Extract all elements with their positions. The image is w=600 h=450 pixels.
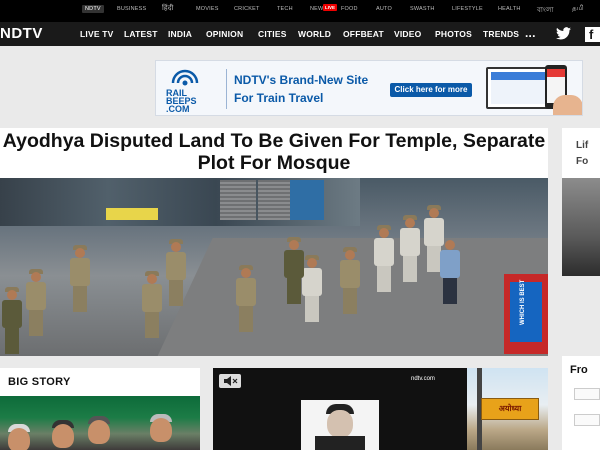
nav-world[interactable]: WORLD <box>298 29 331 39</box>
video-portrait <box>301 400 379 450</box>
person-face <box>52 424 74 448</box>
top-link-tech[interactable]: TECH <box>277 6 293 12</box>
side-story-image[interactable]: अयोध्या <box>467 368 548 450</box>
mute-button[interactable] <box>219 374 241 388</box>
top-link-cricket[interactable]: CRICKET <box>234 6 260 12</box>
top-link-auto[interactable]: AUTO <box>376 6 392 12</box>
top-link-health[interactable]: HEALTH <box>498 6 521 12</box>
live-badge: LIVE <box>323 4 338 11</box>
right-widget-title: Fro <box>570 364 588 376</box>
ad-banner[interactable]: RAIL BEEPS .COM NDTV's Brand-New Site Fo… <box>155 60 583 116</box>
side-photo-sign: अयोध्या <box>481 398 539 420</box>
lead-headline[interactable]: Ayodhya Disputed Land To Be Given For Te… <box>0 130 548 174</box>
facebook-icon[interactable]: f <box>585 27 600 42</box>
twitter-icon[interactable] <box>556 27 571 40</box>
big-story-label: BIG STORY <box>8 376 71 388</box>
hero-shutter <box>220 180 256 220</box>
right-story-card[interactable]: Lif Fo <box>562 128 600 276</box>
hero-awning <box>106 208 158 220</box>
video-watermark: ndtv.com <box>411 376 435 382</box>
ad-subline: For Train Travel <box>234 91 324 105</box>
nav-live-tv[interactable]: LIVE TV <box>80 29 114 39</box>
top-link-hindi[interactable]: हिंदी <box>162 4 173 13</box>
right-story-image <box>562 178 600 276</box>
hero-billboard: WHICH IS BEST <box>504 274 548 354</box>
main-nav: NDTV LIVE TV LATEST INDIA OPINION CITIES… <box>0 22 600 46</box>
hero-blue-wall <box>290 180 324 220</box>
video-player[interactable]: ndtv.com <box>213 368 467 450</box>
big-story-card[interactable]: BIG STORY <box>0 368 200 450</box>
person-face <box>8 428 30 450</box>
top-link-lifestyle[interactable]: LIFESTYLE <box>452 6 483 12</box>
ad-click-button[interactable]: Click here for more <box>390 83 472 97</box>
hand-image <box>553 95 582 115</box>
ad-divider <box>226 69 227 109</box>
top-link-swasth[interactable]: SWASTH <box>410 6 435 12</box>
nav-trends[interactable]: TRENDS <box>483 29 519 39</box>
railbeeps-logo: RAIL BEEPS .COM <box>166 67 222 114</box>
speaker-muted-icon <box>224 376 238 386</box>
headline-card[interactable]: Ayodhya Disputed Land To Be Given For Te… <box>0 128 548 178</box>
nav-video[interactable]: VIDEO <box>394 29 421 39</box>
top-link-food[interactable]: FOOD <box>341 6 358 12</box>
ndtv-logo[interactable]: NDTV <box>0 25 43 42</box>
right-widget-field[interactable] <box>574 414 600 426</box>
nav-photos[interactable]: PHOTOS <box>435 29 472 39</box>
nav-india[interactable]: INDIA <box>168 29 192 39</box>
top-links-bar: NDTV BUSINESS हिंदी MOVIES CRICKET TECH … <box>0 0 600 22</box>
nav-cities[interactable]: CITIES <box>258 29 287 39</box>
hero-shutter <box>258 180 294 220</box>
big-story-image[interactable] <box>0 396 200 450</box>
top-link-new[interactable]: NEW <box>310 6 323 12</box>
top-link-business[interactable]: BUSINESS <box>117 6 146 12</box>
hero-photo[interactable]: WHICH IS BEST <box>0 178 548 356</box>
nav-opinion[interactable]: OPINION <box>206 29 243 39</box>
person-face <box>150 418 172 442</box>
nav-more-icon[interactable]: ... <box>525 26 536 40</box>
right-widget: Fro <box>562 356 600 450</box>
nav-latest[interactable]: LATEST <box>124 29 158 39</box>
ad-headline: NDTV's Brand-New Site <box>234 73 369 87</box>
right-story-line2: Fo <box>576 156 589 167</box>
signal-icon <box>171 69 199 86</box>
right-story-line1: Lif <box>576 140 589 151</box>
top-link-movies[interactable]: MOVIES <box>196 6 219 12</box>
railbeeps-line3: .COM <box>166 104 190 114</box>
nav-offbeat[interactable]: OFFBEAT <box>343 29 384 39</box>
person-face <box>88 420 110 444</box>
right-widget-field[interactable] <box>574 388 600 400</box>
top-link-tamil[interactable]: தமி <box>572 4 584 13</box>
hero-sign-text: WHICH IS BEST <box>520 279 526 325</box>
top-link-bangla[interactable]: বাংলা <box>537 4 554 16</box>
top-link-ndtv[interactable]: NDTV <box>82 5 104 13</box>
